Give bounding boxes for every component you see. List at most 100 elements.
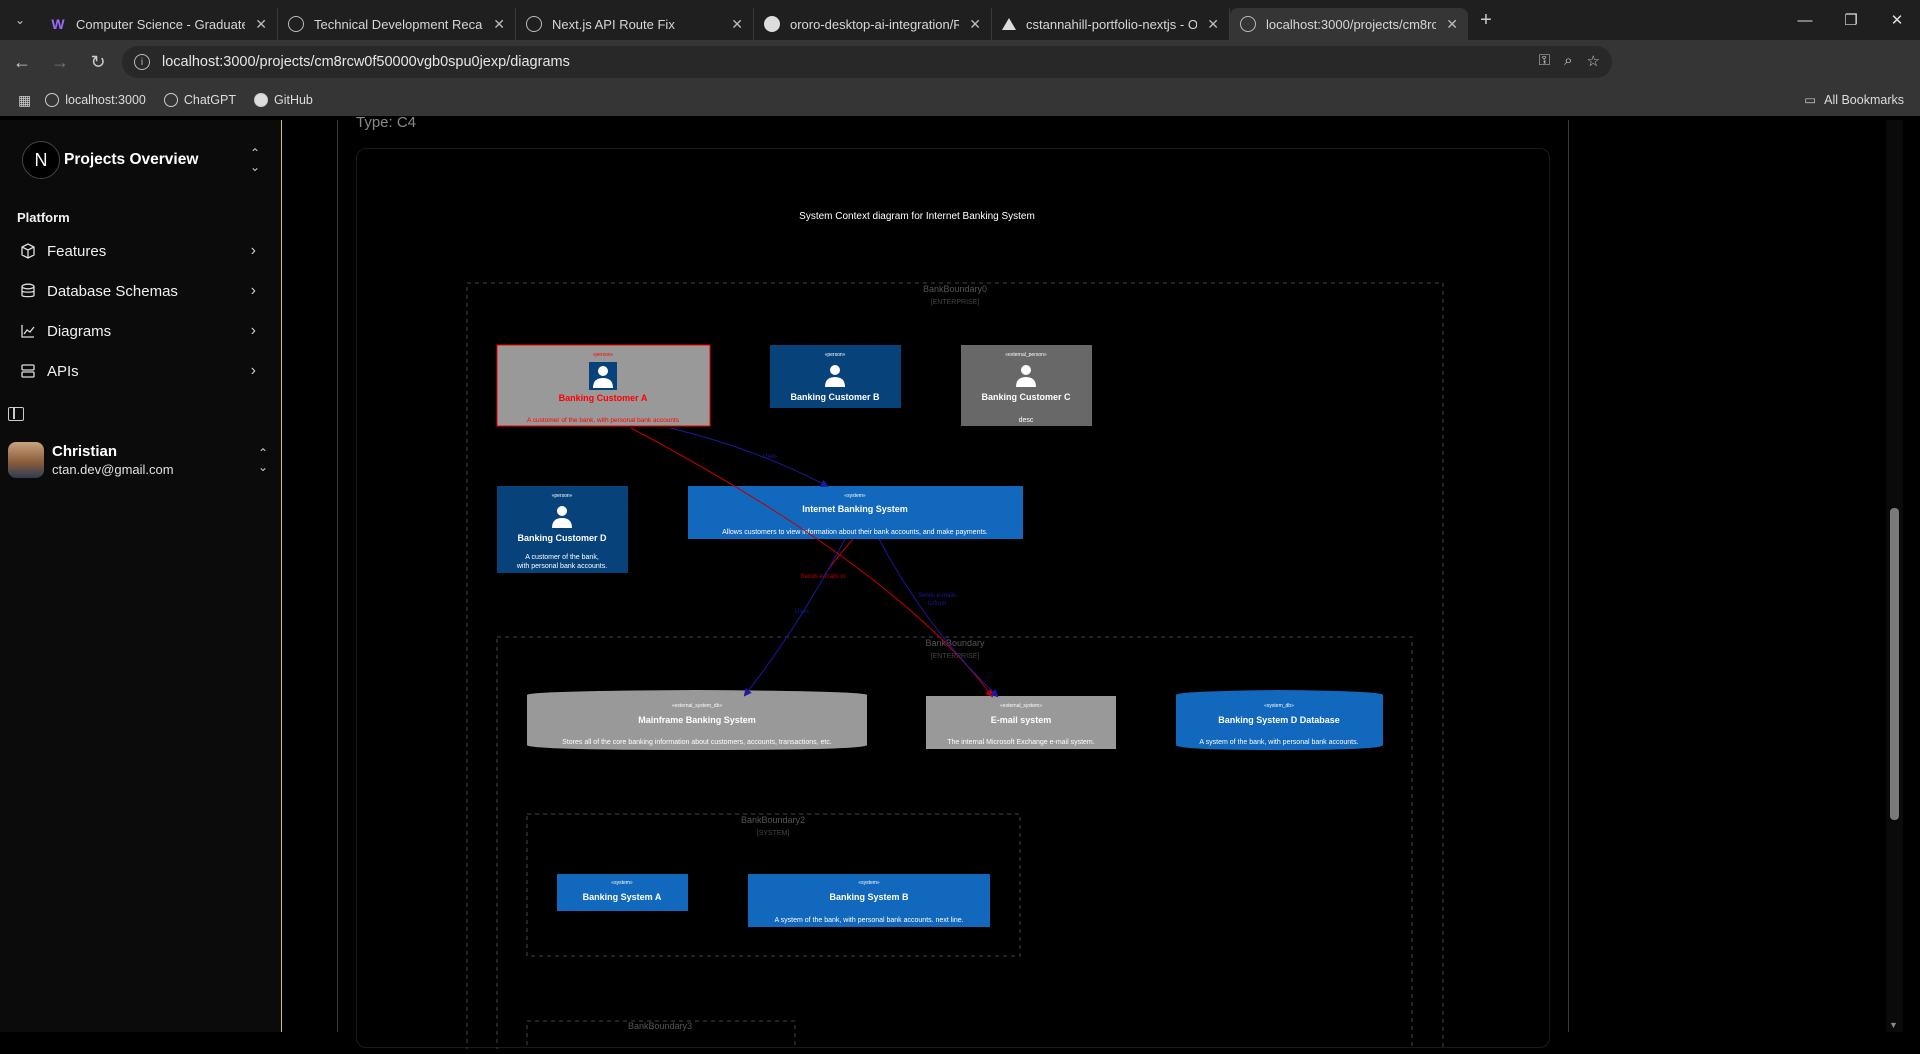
browser-tab[interactable]: ororo-desktop-ai-integration/R ✕ [754, 8, 992, 40]
url-input[interactable]: i localhost:3000/projects/cm8rcw0f50000v… [122, 46, 1612, 78]
node-description: A system of the bank, with personal bank… [1199, 739, 1358, 746]
node-description: A customer of the bank, [525, 554, 599, 561]
sidebar-item-features[interactable]: Features › [12, 235, 264, 267]
project-logo: N [22, 141, 60, 179]
project-switcher[interactable]: N Projects Overview ⌃ ⌄ [22, 140, 272, 180]
browser-tab[interactable]: Technical Development Recap ✕ [278, 8, 516, 40]
node-name: Banking Customer C [981, 392, 1071, 402]
close-window-icon[interactable]: ✕ [1874, 0, 1920, 40]
apps-icon[interactable]: ▦ [18, 92, 31, 109]
diagram-title: System Context diagram for Internet Bank… [799, 211, 1035, 222]
scrollbar-thumb[interactable] [1890, 508, 1899, 820]
restore-icon[interactable]: ❐ [1828, 0, 1874, 40]
relation-label: Uses [795, 609, 809, 615]
folder-icon: ▭ [1804, 93, 1817, 107]
minimize-icon[interactable]: — [1782, 0, 1828, 40]
relation-uses: Uses [669, 427, 829, 487]
tab-title: Technical Development Recap [314, 16, 484, 32]
node-internet-banking-system[interactable]: «system» Internet Banking System Allows … [688, 486, 1023, 539]
node-description: Stores all of the core banking informati… [562, 739, 832, 746]
close-tab-icon[interactable]: ✕ [969, 16, 981, 33]
sidebar-item-diagrams[interactable]: Diagrams › [12, 315, 264, 347]
node-name: Banking Customer D [517, 533, 607, 543]
bookmark-item[interactable]: ChatGPT [163, 93, 236, 107]
node-banking-system-a[interactable]: «system» Banking System A [557, 874, 688, 911]
all-bookmarks[interactable]: ▭ All Bookmarks [1804, 92, 1904, 108]
browser-tab[interactable]: cstannahill-portfolio-nextjs - O ✕ [992, 8, 1230, 40]
relation-label: Sends e-mails to [801, 574, 846, 580]
node-description: A customer of the bank, with personal ba… [527, 417, 680, 424]
bookmark-item[interactable]: GitHub [253, 93, 313, 107]
node-stereotype: «person» [552, 493, 573, 499]
user-menu[interactable]: Christian ctan.dev@gmail.com ⌃ ⌄ [8, 438, 276, 482]
node-name: Banking Customer A [559, 393, 648, 403]
openai-icon [163, 93, 178, 107]
close-tab-icon[interactable]: ✕ [493, 16, 505, 33]
bookmark-item[interactable]: localhost:3000 [45, 93, 146, 107]
chart-icon [19, 322, 37, 340]
close-tab-icon[interactable]: ✕ [255, 16, 267, 33]
star-icon[interactable]: ☆ [1587, 52, 1600, 70]
scroll-down-arrow-icon[interactable]: ▼ [1889, 1020, 1898, 1030]
node-banking-customer-d[interactable]: «person» Banking Customer D A customer o… [497, 486, 628, 573]
chevron-right-icon: › [250, 282, 256, 299]
tab-title: cstannahill-portfolio-nextjs - O [1026, 16, 1198, 32]
relation-sends-emails-to-from: Sends e-mails to/from [878, 538, 999, 698]
node-banking-customer-b[interactable]: «person» Banking Customer B [770, 345, 901, 408]
forward-icon[interactable]: → [44, 46, 76, 78]
sidebar-toggle-icon[interactable] [8, 407, 24, 421]
node-banking-customer-a[interactable]: «person» Banking Customer A A customer o… [496, 344, 711, 427]
node-description: A system of the bank, with personal bank… [774, 917, 963, 924]
page-icon [1240, 16, 1256, 32]
node-banking-system-d-database[interactable]: «system_db» Banking System D Database A … [1176, 690, 1383, 750]
node-stereotype: «person» [825, 352, 846, 358]
node-banking-customer-c[interactable]: «external_person» Banking Customer C des… [961, 345, 1092, 426]
chevron-right-icon: › [250, 322, 256, 339]
sidebar-item-label: Features [47, 242, 107, 260]
user-name: Christian [52, 443, 118, 460]
back-icon[interactable]: ← [6, 46, 38, 78]
browser-tab[interactable]: W Computer Science - Graduate P ✕ [40, 8, 278, 40]
relation-label: Uses [763, 454, 777, 460]
chevrons-up-down-icon: ⌃ ⌄ [249, 146, 260, 174]
node-name: E-mail system [991, 715, 1052, 725]
browser-tab-active[interactable]: localhost:3000/projects/cm8rcw ✕ [1230, 8, 1468, 40]
bookmarks-bar: ▦ localhost:3000 ChatGPT GitHub ▭ All Bo… [0, 84, 1920, 116]
key-icon[interactable]: ⚿ [1539, 52, 1550, 70]
node-mainframe-banking-system[interactable]: «external_system_db» Mainframe Banking S… [527, 690, 867, 750]
close-tab-icon[interactable]: ✕ [1446, 16, 1458, 33]
zoom-icon[interactable]: ⌕ [1564, 52, 1572, 70]
close-tab-icon[interactable]: ✕ [1207, 16, 1219, 33]
node-stereotype: «person» [593, 352, 614, 358]
user-email: ctan.dev@gmail.com [52, 462, 174, 477]
sidebar-item-database-schemas[interactable]: Database Schemas › [12, 275, 264, 307]
node-banking-system-b[interactable]: «system» Banking System B A system of th… [748, 874, 990, 927]
address-bar-row: ← → ↻ i localhost:3000/projects/cm8rcw0f… [0, 40, 1920, 105]
openai-icon [526, 16, 542, 32]
github-icon [764, 16, 780, 32]
tab-bar: ⌄ W Computer Science - Graduate P ✕ Tech… [0, 0, 1920, 40]
relation-label-line2: to/from [928, 601, 947, 607]
new-tab-button[interactable]: + [1468, 9, 1504, 32]
vercel-icon [1002, 18, 1016, 30]
browser-tab[interactable]: Next.js API Route Fix ✕ [516, 8, 754, 40]
node-name: Banking System D Database [1218, 715, 1340, 725]
sidebar-item-apis[interactable]: APIs › [12, 355, 264, 387]
bookmark-label: localhost:3000 [65, 93, 146, 107]
tab-title: ororo-desktop-ai-integration/R [790, 16, 960, 32]
close-tab-icon[interactable]: ✕ [731, 16, 743, 33]
person-icon [589, 362, 617, 390]
page-scrollbar[interactable]: ▼ [1886, 120, 1903, 1032]
site-info-icon[interactable]: i [134, 54, 150, 70]
tab-search-chevron-icon[interactable]: ⌄ [0, 0, 40, 40]
window-controls: — ❐ ✕ [1782, 0, 1920, 40]
boundary-name: BankBoundary3 [628, 1021, 692, 1031]
node-name: Mainframe Banking System [638, 715, 756, 725]
node-stereotype: «system» [858, 880, 880, 886]
tab-title: Computer Science - Graduate P [76, 16, 246, 32]
reload-icon[interactable]: ↻ [82, 46, 114, 78]
sidebar-item-label: Diagrams [47, 322, 112, 340]
node-email-system[interactable]: «external_system» E-mail system The inte… [926, 696, 1116, 749]
c4-diagram: System Context diagram for Internet Bank… [466, 211, 1444, 1054]
url-text: localhost:3000/projects/cm8rcw0f50000vgb… [162, 54, 570, 70]
